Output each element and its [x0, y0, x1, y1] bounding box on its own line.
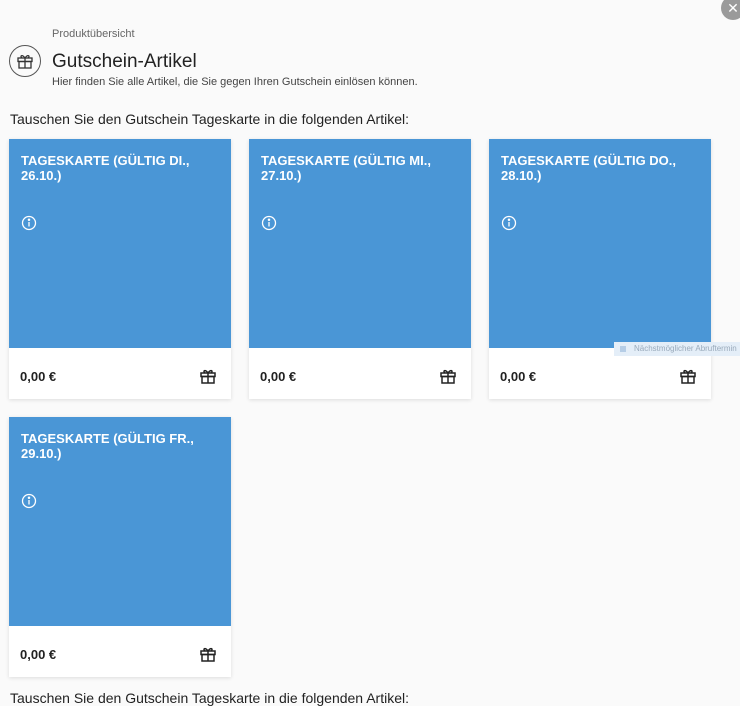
info-icon[interactable] — [261, 215, 277, 231]
tooltip: Nächstmöglicher Abruftermin — [614, 342, 740, 356]
card-title: TAGESKARTE (GÜLTIG MI., 27.10.) — [261, 153, 431, 183]
product-card[interactable]: TAGESKARTE (GÜLTIG MI., 27.10.) 0,00 € — [249, 139, 471, 399]
product-card[interactable]: TAGESKARTE (GÜLTIG FR., 29.10.) 0,00 € — [9, 417, 231, 677]
page-subtitle: Hier finden Sie alle Artikel, die Sie ge… — [52, 76, 418, 88]
footer-intro-text: Tauschen Sie den Gutschein Tageskarte in… — [10, 690, 409, 706]
gift-icon — [9, 45, 41, 77]
page-title: Gutschein-Artikel — [52, 51, 197, 72]
card-title: TAGESKARTE (GÜLTIG DO., 28.10.) — [501, 153, 677, 183]
info-icon[interactable] — [501, 215, 517, 231]
tooltip-marker — [620, 345, 626, 352]
card-price: 0,00 € — [20, 369, 57, 384]
product-card[interactable]: TAGESKARTE (GÜLTIG DI., 26.10.) 0,00 € — [9, 139, 231, 399]
card-price: 0,00 € — [20, 647, 57, 662]
card-title: TAGESKARTE (GÜLTIG DI., 26.10.) — [21, 153, 190, 183]
info-icon[interactable] — [21, 215, 37, 231]
gift-icon[interactable] — [199, 645, 217, 663]
card-price: 0,00 € — [260, 369, 297, 384]
gift-icon[interactable] — [679, 367, 697, 385]
breadcrumb[interactable]: Produktübersicht — [52, 28, 135, 40]
tooltip-text: Nächstmöglicher Abruftermin — [634, 344, 737, 353]
intro-text: Tauschen Sie den Gutschein Tageskarte in… — [10, 111, 409, 127]
product-card[interactable]: TAGESKARTE (GÜLTIG DO., 28.10.) 0,00 € — [489, 139, 711, 399]
close-button[interactable]: ✕ — [721, 0, 740, 20]
gift-icon[interactable] — [439, 367, 457, 385]
info-icon[interactable] — [21, 493, 37, 509]
card-price: 0,00 € — [500, 369, 537, 384]
card-title: TAGESKARTE (GÜLTIG FR., 29.10.) — [21, 431, 194, 461]
gift-icon[interactable] — [199, 367, 217, 385]
